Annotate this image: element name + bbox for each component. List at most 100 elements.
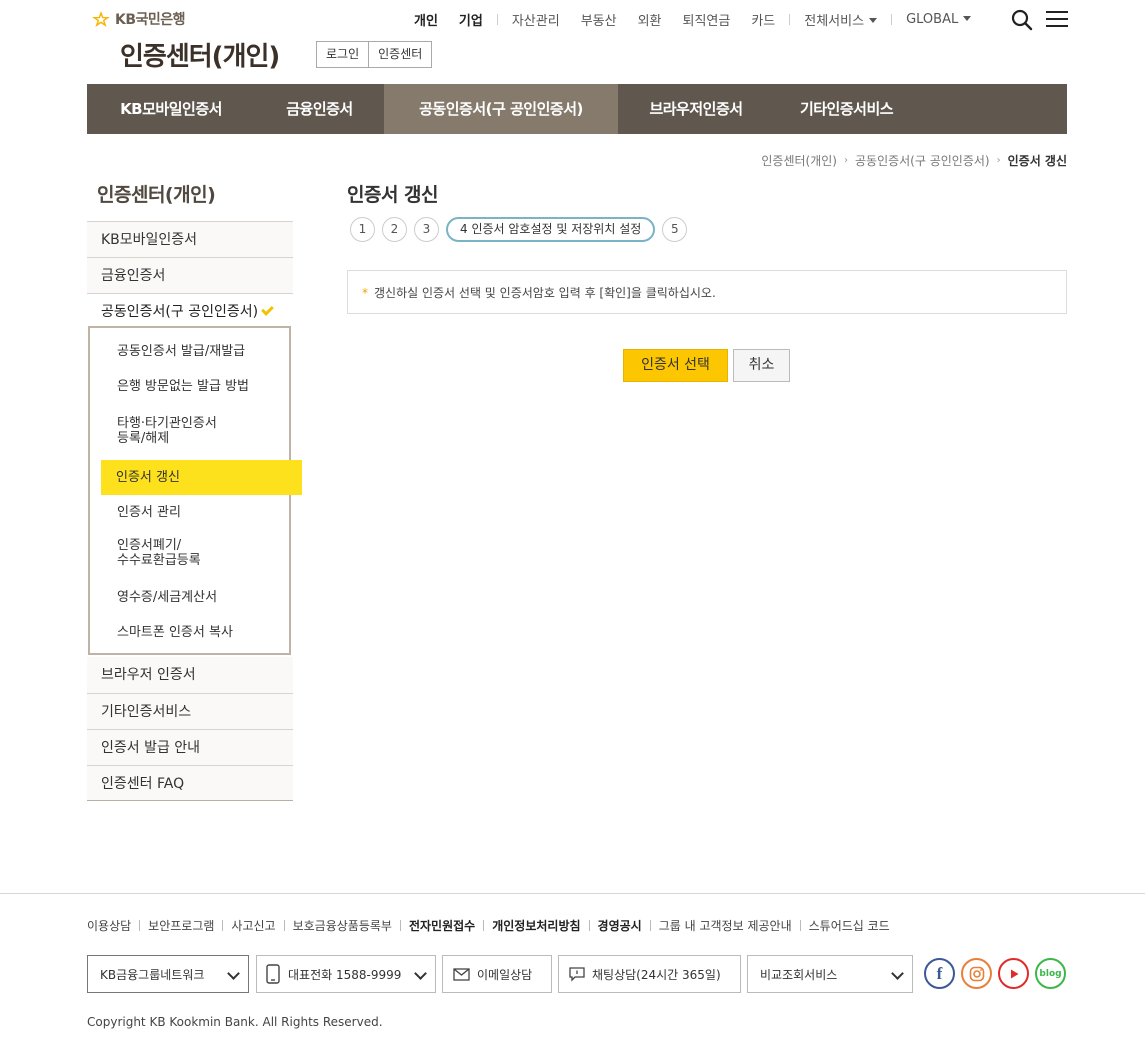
sidebar-title: 인증센터(개인) [97,184,216,206]
email-label: 이메일상담 [477,967,533,982]
top-nav-card[interactable]: 카드 [751,10,775,29]
compare-label: 비교조회서비스 [760,967,838,982]
blog-label: blog [1039,968,1062,979]
search-icon[interactable] [1011,9,1033,31]
email-button[interactable]: 이메일상담 [442,955,552,993]
instagram-glyph [969,966,984,981]
sub-item-manage[interactable]: 인증서 관리 [90,495,289,530]
top-nav-asset[interactable]: 자산관리 [512,10,560,29]
phone-label: 대표전화 1588-9999 [288,967,402,982]
footer-link[interactable]: 경영공시 [598,917,642,934]
divider [789,13,791,25]
group-network-label: KB금융그룹네트워크 [100,967,205,982]
top-nav-realestate[interactable]: 부동산 [581,10,617,29]
kb-star-icon [92,11,110,27]
bullet: * [362,286,368,300]
phone-select[interactable]: 대표전화 1588-9999 [256,955,436,993]
sidebar-item-label: 공동인증서(구 공인인증서) [101,304,259,320]
footer-link[interactable]: 사고신고 [231,917,275,934]
copyright: Copyright KB Kookmin Bank. All Rights Re… [87,1015,383,1029]
gnb-other-cert[interactable]: 기타인증서비스 [774,84,919,134]
youtube-icon[interactable] [998,958,1029,989]
sidebar-item-financial[interactable]: 금융인증서 [87,257,293,293]
sidebar-item-browser[interactable]: 브라우저 인증서 [87,657,293,693]
chevron-down-icon [891,967,904,980]
top-nav-pension[interactable]: 퇴직연금 [683,10,731,29]
page-title: 인증센터(개인) [120,42,280,72]
sidebar-menu: KB모바일인증서 금융인증서 공동인증서(구 공인인증서) 공동인증서 발급/재… [87,221,302,801]
top-nav-enterprise[interactable]: 기업 [459,10,483,29]
breadcrumb-item[interactable]: 인증센터(개인) [761,152,837,169]
blog-icon[interactable]: blog [1035,958,1066,989]
chat-icon [569,966,585,982]
global-label: GLOBAL [906,11,959,27]
all-services-label: 전체서비스 [804,13,865,29]
gnb-kb-mobile-cert[interactable]: KB모바일인증서 [87,84,255,134]
chat-label: 채팅상담(24시간 365일) [592,967,721,982]
breadcrumb-item[interactable]: 공동인증서(구 공인인증서) [855,152,990,169]
mail-icon [453,967,470,981]
sub-item-other-bank[interactable]: 타행·타기관인증서 등록/해제 [90,410,289,460]
group-network-select[interactable]: KB금융그룹네트워크 [87,955,249,993]
chevron-right-icon: › [996,155,1001,166]
main-nav: KB모바일인증서 금융인증서 공동인증서(구 공인인증서) 브라우저인증서 기타… [87,84,1067,134]
chevron-right-icon: › [843,155,848,166]
sidebar-item-other[interactable]: 기타인증서비스 [87,693,293,729]
top-nav-personal[interactable]: 개인 [414,10,438,29]
chevron-down-icon [414,967,427,980]
footer-link[interactable]: 그룹 내 고객정보 제공안내 [659,917,792,934]
step-2: 2 [382,217,407,242]
step-5: 5 [662,217,688,242]
sub-item-line: 등록/해제 [117,431,170,446]
footer-link[interactable]: 스튜어드십 코드 [809,917,890,934]
footer-divider [0,893,1145,894]
step-indicator: 1 2 3 4 인증서 암호설정 및 저장위치 설정 5 [350,217,694,242]
footer-link[interactable]: 보안프로그램 [148,917,214,934]
sub-item-renew[interactable]: 인증서 갱신 [101,460,302,495]
footer-link[interactable]: 전자민원접수 [409,917,475,934]
caret-down-icon [963,15,972,21]
footer-link[interactable]: 개인정보처리방침 [492,917,580,934]
instagram-icon[interactable] [961,958,992,989]
sub-item-revoke[interactable]: 인증서폐기/ 수수료환급등록 [90,530,289,580]
step-3: 3 [414,217,439,242]
gnb-financial-cert[interactable]: 금융인증서 [255,84,384,134]
login-button[interactable]: 로그인 [317,42,368,67]
breadcrumb-current: 인증서 갱신 [1007,154,1067,168]
chevron-down-icon [227,967,240,980]
chat-button[interactable]: 채팅상담(24시간 365일) [558,955,741,993]
caret-down-icon [869,17,878,23]
top-nav-forex[interactable]: 외환 [638,10,662,29]
sub-item-line: 수수료환급등록 [117,553,201,568]
footer-link[interactable]: 이용상담 [87,917,131,934]
sidebar-submenu: 공동인증서 발급/재발급 은행 방문없는 발급 방법 타행·타기관인증서 등록/… [88,326,302,655]
title-button-group: 로그인 인증센터 [316,41,433,68]
facebook-icon[interactable]: f [924,958,955,989]
hamburger-menu-icon[interactable] [1046,11,1068,29]
notice-box: * 갱신하실 인증서 선택 및 인증서암호 입력 후 [확인]을 클릭하십시오. [347,270,1067,314]
compare-select[interactable]: 비교조회서비스 [747,955,913,993]
top-nav-all-services[interactable]: 전체서비스 [804,10,878,29]
select-cert-button[interactable]: 인증서 선택 [623,349,728,382]
sub-item-line: 인증서폐기/ [117,538,182,553]
sidebar-item-kb-mobile[interactable]: KB모바일인증서 [87,221,293,257]
top-nav-global[interactable]: GLOBAL [906,11,972,27]
gnb-browser-cert[interactable]: 브라우저인증서 [618,84,774,134]
cancel-button[interactable]: 취소 [733,349,790,382]
phone-icon [266,964,280,984]
sidebar-item-guide[interactable]: 인증서 발급 안내 [87,729,293,765]
sidebar-item-joint-cert[interactable]: 공동인증서(구 공인인증서) [87,293,293,326]
gnb-joint-cert[interactable]: 공동인증서(구 공인인증서) [384,84,618,134]
footer-link[interactable]: 보호금융상품등록부 [293,917,392,934]
divider [496,13,498,25]
sub-item-no-visit[interactable]: 은행 방문없는 발급 방법 [90,375,289,410]
cert-center-button[interactable]: 인증센터 [368,42,431,67]
logo-text: KB국민은행 [115,12,186,28]
top-nav: 개인 기업 자산관리 부동산 외환 퇴직연금 카드 전체서비스 GLOBAL [414,9,972,29]
sub-item-receipt[interactable]: 영수증/세금계산서 [90,580,289,615]
kb-logo[interactable]: KB국민은행 [91,9,186,29]
sub-item-issue[interactable]: 공동인증서 발급/재발급 [90,340,289,375]
footer-links: 이용상담 보안프로그램 사고신고 보호금융상품등록부 전자민원접수 개인정보처리… [87,917,890,934]
sub-item-smartphone-copy[interactable]: 스마트폰 인증서 복사 [90,615,289,650]
sidebar-item-faq[interactable]: 인증센터 FAQ [87,765,293,801]
